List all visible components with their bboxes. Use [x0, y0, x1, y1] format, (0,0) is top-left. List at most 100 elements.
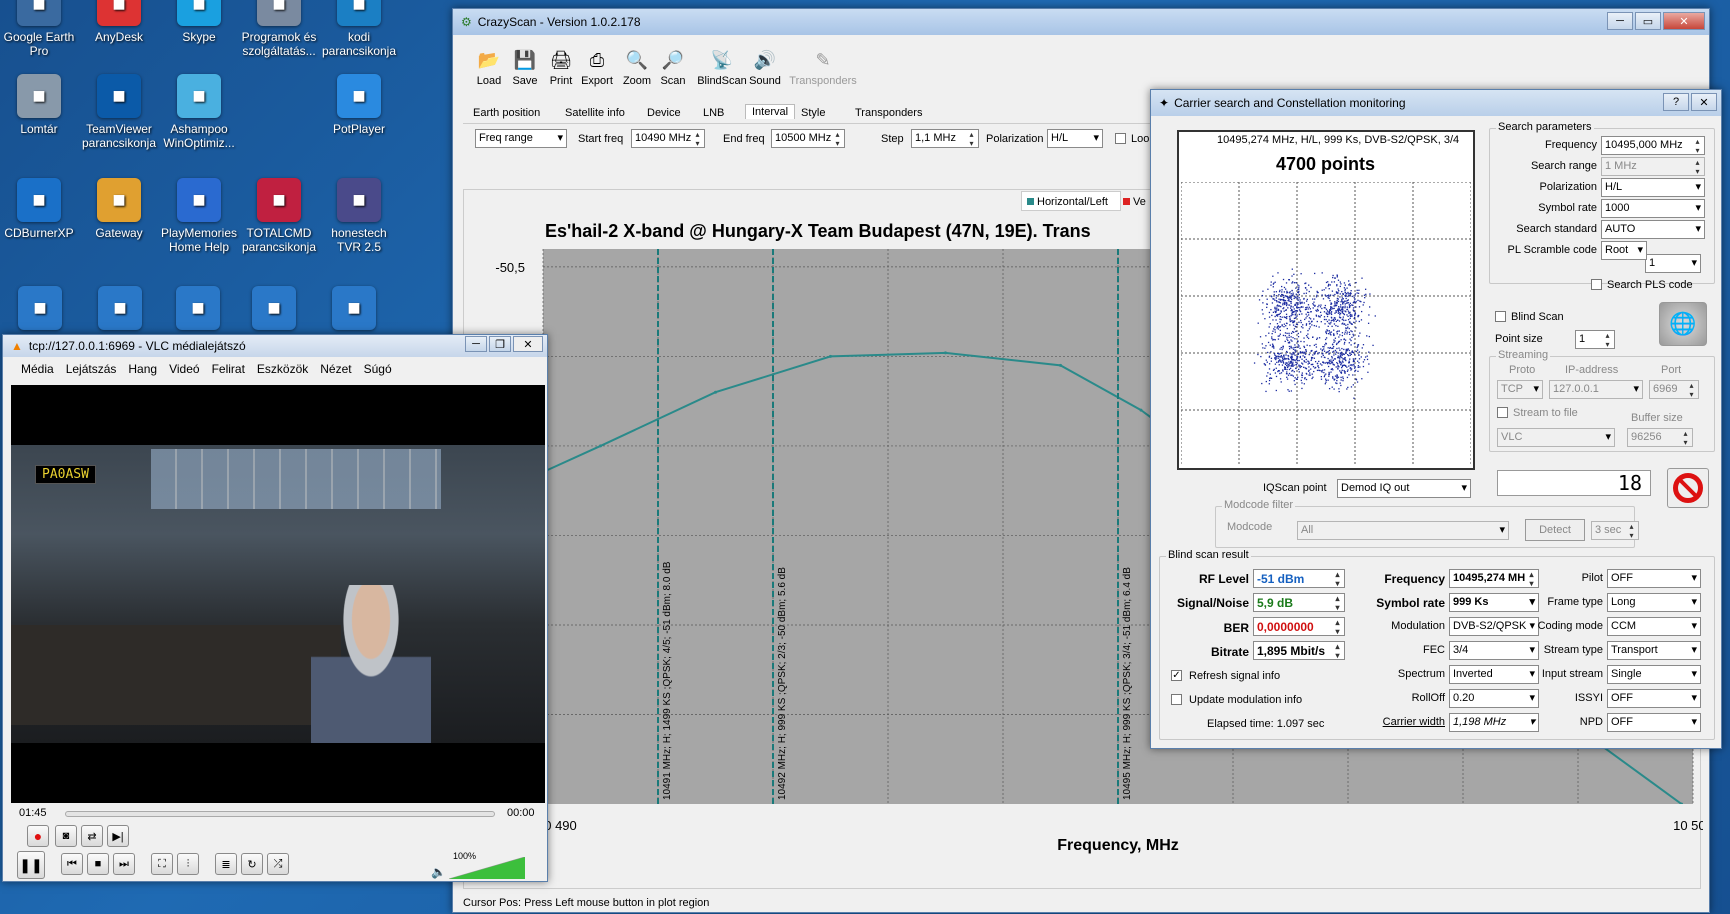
desktop-icon-partial-4[interactable]: ■ [324, 286, 384, 334]
desktop-icon-5[interactable]: ■ Lomtár [0, 74, 78, 136]
record-button[interactable]: ● [27, 825, 49, 847]
loop-checkbox[interactable] [1115, 133, 1126, 144]
vlc-menu-0[interactable]: Média [17, 359, 62, 379]
result-pilot-select[interactable]: OFF [1607, 569, 1701, 588]
proto-select[interactable]: TCP [1497, 380, 1543, 399]
seek-bar[interactable] [65, 811, 495, 817]
desktop-icon-10[interactable]: ■ Gateway [80, 178, 158, 240]
param-frequency-input[interactable]: 10495,000 MHz [1601, 136, 1705, 155]
search-pls-checkbox[interactable] [1591, 279, 1602, 290]
modcode-select[interactable]: All [1297, 521, 1509, 540]
desktop-icon-1[interactable]: ■ AnyDesk [80, 0, 158, 44]
toolbar-zoom-button[interactable]: 🔍 Zoom [617, 47, 657, 88]
tab-device[interactable]: Device [647, 107, 681, 119]
carrier-titlebar[interactable]: ✦ Carrier search and Constellation monito… [1151, 90, 1721, 116]
crazyscan-titlebar[interactable]: ⚙ CrazyScan - Version 1.0.2.178 ─ ▭ ✕ [453, 9, 1709, 35]
result-stream-type-select[interactable]: Transport [1607, 641, 1701, 660]
stream-file-checkbox[interactable] [1497, 407, 1508, 418]
frame-step-button[interactable]: ▶| [107, 825, 129, 847]
desktop-icon-11[interactable]: ■ PlayMemories Home Help [160, 178, 238, 254]
param-search-standard-input[interactable]: AUTO [1601, 220, 1705, 239]
vlc-menu-1[interactable]: Lejátszás [62, 359, 125, 379]
toolbar-scan-button[interactable]: 🔎 Scan [653, 47, 693, 88]
polarization-select[interactable]: H/L [1047, 129, 1103, 148]
speaker-icon[interactable]: 🔈 [431, 865, 446, 879]
desktop-icon-2[interactable]: ■ Skype [160, 0, 238, 44]
tab-satellite-info[interactable]: Satellite info [565, 107, 625, 119]
end-freq-input[interactable]: 10500 MHz [771, 129, 845, 148]
toolbar-save-button[interactable]: 💾 Save [505, 47, 545, 88]
vlc-close-button[interactable]: ✕ [513, 336, 543, 352]
desktop-icon-partial-1[interactable]: ■ [90, 286, 150, 334]
fullscreen-button[interactable]: ⛶ [151, 853, 173, 875]
player-select[interactable]: VLC [1497, 428, 1615, 447]
playlist-button[interactable]: ≣ [215, 853, 237, 875]
desktop-icon-8[interactable]: ■ PotPlayer [320, 74, 398, 136]
vlc-menu-6[interactable]: Nézet [316, 359, 359, 379]
blind-scan-checkbox[interactable] [1495, 311, 1506, 322]
range-mode-select[interactable]: Freq range [475, 129, 567, 148]
tab-lnb[interactable]: LNB [703, 107, 724, 119]
detect-button[interactable]: Detect [1525, 519, 1585, 541]
loop-ab-button[interactable]: ⇄ [81, 825, 103, 847]
desktop-icon-9[interactable]: ■ CDBurnerXP [0, 178, 78, 240]
dialog-close-button[interactable]: ✕ [1691, 93, 1717, 111]
result-modulation-value[interactable]: DVB-S2/QPSK [1449, 617, 1539, 636]
vlc-menu-5[interactable]: Eszközök [253, 359, 316, 379]
iq-select[interactable]: Demod IQ out [1337, 479, 1471, 498]
pls-number-select[interactable]: 1 [1645, 254, 1701, 273]
tab-earth-position[interactable]: Earth position [473, 107, 540, 119]
desktop-icon-3[interactable]: ■ Programok és szolgáltatás... [240, 0, 318, 58]
next-button[interactable]: ⏭ [113, 853, 135, 875]
previous-button[interactable]: ⏮ [61, 853, 83, 875]
param-polarization-input[interactable]: H/L [1601, 178, 1705, 197]
result-npd-select[interactable]: OFF [1607, 713, 1701, 732]
port-input[interactable]: 6969 [1649, 380, 1699, 399]
result-frame-type-select[interactable]: Long [1607, 593, 1701, 612]
desktop-icon-partial-0[interactable]: ■ [10, 286, 70, 334]
desktop-icon-0[interactable]: ■ Google Earth Pro [0, 0, 78, 58]
desktop-icon-12[interactable]: ■ TOTALCMD parancsikonja [240, 178, 318, 254]
maximize-button[interactable]: ▭ [1635, 12, 1661, 30]
desktop-icon-6[interactable]: ■ TeamViewer parancsikonja [80, 74, 158, 150]
result-carrier-width-value[interactable]: 1,198 MHz [1449, 713, 1539, 732]
param-symbol-rate-input[interactable]: 1000 [1601, 199, 1705, 218]
toolbar-export-button[interactable]: ⎙ Export [577, 47, 617, 88]
result-input-stream-select[interactable]: Single [1607, 665, 1701, 684]
tab-interval[interactable]: Interval [745, 104, 796, 119]
toolbar-print-button[interactable]: 🖨 Print [541, 47, 581, 88]
shuffle-button[interactable]: ⤮ [267, 853, 289, 875]
loop-button[interactable]: ↻ [241, 853, 263, 875]
snapshot-button[interactable]: ◙ [55, 825, 77, 847]
toolbar-transponders-button[interactable]: ✎ Transponders [787, 47, 859, 88]
globe-scan-button[interactable]: 🌐 [1659, 302, 1707, 346]
stop-button[interactable] [1667, 468, 1709, 508]
volume-slider[interactable] [449, 857, 525, 879]
tab-transponders[interactable]: Transponders [855, 107, 922, 119]
point-size-input[interactable]: 1 [1575, 330, 1615, 349]
minimize-button[interactable]: ─ [1607, 12, 1633, 30]
pause-button[interactable]: ❚❚ [17, 851, 45, 879]
vlc-titlebar[interactable]: ▲ tcp://127.0.0.1:6969 - VLC médialejátsz… [3, 335, 547, 357]
stop-playback-button[interactable]: ■ [87, 853, 109, 875]
result-coding-mode-select[interactable]: CCM [1607, 617, 1701, 636]
refresh-signal-checkbox[interactable]: ✓ [1171, 670, 1182, 681]
result-spectrum-value[interactable]: Inverted [1449, 665, 1539, 684]
vlc-menu-7[interactable]: Súgó [360, 359, 400, 379]
vlc-menu-4[interactable]: Felirat [208, 359, 253, 379]
update-mod-checkbox[interactable] [1171, 694, 1182, 705]
desktop-icon-partial-2[interactable]: ■ [168, 286, 228, 334]
param-pl-scramble-code-input[interactable]: Root [1601, 241, 1647, 260]
desktop-icon-7[interactable]: ■ Ashampoo WinOptimiz... [160, 74, 238, 150]
extended-settings-button[interactable]: ⫶ [177, 853, 199, 875]
tab-style[interactable]: Style [801, 107, 825, 119]
toolbar-blindscan-button[interactable]: 📡 BlindScan [693, 47, 751, 88]
ip-select[interactable]: 127.0.0.1 [1549, 380, 1643, 399]
desktop-icon-partial-3[interactable]: ■ [244, 286, 304, 334]
result-fec-value[interactable]: 3/4 [1449, 641, 1539, 660]
vlc-minimize-button[interactable]: ─ [465, 336, 487, 352]
toolbar-sound-button[interactable]: 🔊 Sound [745, 47, 785, 88]
buffer-input[interactable]: 96256 [1627, 428, 1693, 447]
vlc-menu-2[interactable]: Hang [124, 359, 165, 379]
result-frequency-value[interactable]: 10495,274 MH [1449, 569, 1539, 588]
